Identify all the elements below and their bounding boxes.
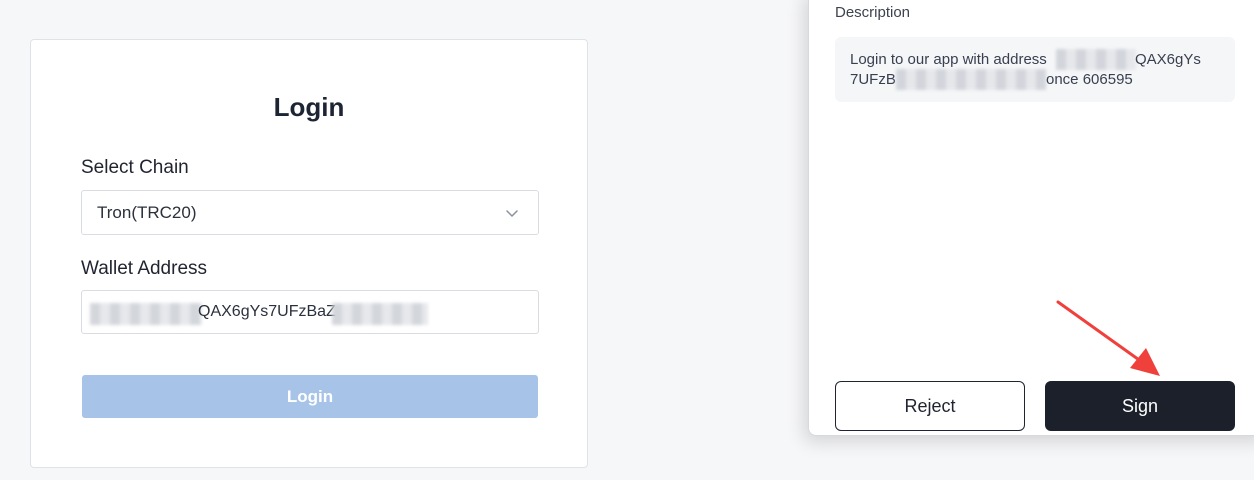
chain-select[interactable]: Tron(TRC20): [81, 190, 539, 235]
description-line1-end: QAX6gYs: [1135, 51, 1201, 68]
description-label: Description: [835, 4, 911, 21]
redacted-address-start: [90, 303, 202, 325]
wallet-address-input[interactable]: QAX6gYs7UFzBaZ: [81, 290, 539, 334]
description-line2-start: 7UFzB: [850, 71, 896, 88]
redacted-description-1: [1056, 49, 1136, 70]
redacted-description-2: [896, 69, 1046, 90]
description-text: Login to our app with address QAX6gYs 7U…: [850, 49, 1220, 90]
chevron-down-icon: [506, 210, 518, 217]
login-button[interactable]: Login: [82, 375, 538, 418]
description-line2-end: once 606595: [1046, 71, 1133, 88]
chain-select-value: Tron(TRC20): [97, 203, 197, 222]
sign-button[interactable]: Sign: [1045, 381, 1235, 431]
login-title: Login: [273, 92, 345, 122]
redacted-address-end: [332, 303, 428, 325]
sign-request-popup: Description Login to our app with addres…: [808, 0, 1254, 436]
description-box: Login to our app with address QAX6gYs 7U…: [835, 37, 1235, 102]
select-chain-label: Select Chain: [81, 157, 189, 178]
description-line-2: 7UFzB once 606595: [850, 69, 1220, 90]
page: Login Select Chain Tron(TRC20) Wallet Ad…: [0, 0, 1254, 480]
wallet-address-value: QAX6gYs7UFzBaZ: [198, 303, 336, 320]
description-line1-text: Login to our app with address: [850, 51, 1047, 68]
description-line-1: Login to our app with address QAX6gYs: [850, 49, 1220, 70]
reject-button[interactable]: Reject: [835, 381, 1025, 431]
wallet-address-label: Wallet Address: [81, 258, 208, 279]
login-card: Login Select Chain Tron(TRC20) Wallet Ad…: [30, 39, 588, 468]
